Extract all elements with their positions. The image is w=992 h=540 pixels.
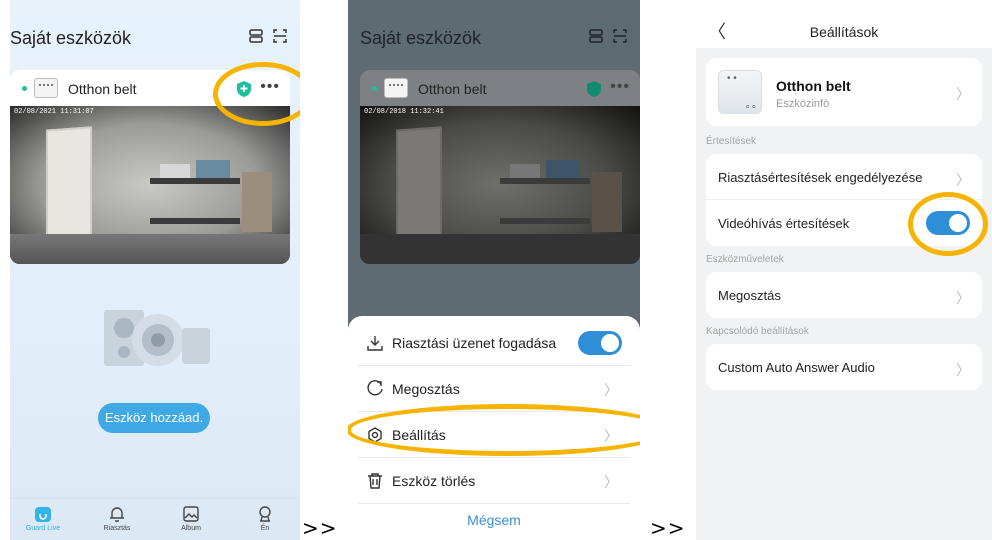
- download-icon: [367, 336, 383, 351]
- tab-label: Én: [260, 525, 270, 532]
- header-actions: [248, 28, 288, 44]
- chevron-right-icon: 〉: [956, 290, 970, 306]
- device-ops-group: Megosztás 〉: [706, 272, 982, 318]
- notifications-group: Riasztásértesítések engedélyezése 〉 Vide…: [706, 154, 982, 246]
- cancel-button[interactable]: Mégsem: [348, 512, 640, 528]
- tab-album[interactable]: Album: [166, 505, 216, 532]
- settings-row[interactable]: Beállítás 〉: [358, 412, 630, 458]
- page-title: Beállítások: [809, 24, 879, 40]
- delete-device-label: Eszköz törlés: [392, 473, 476, 489]
- scan-icon[interactable]: [272, 28, 288, 44]
- options-bottom-sheet: Riasztási üzenet fogadása Megosztás 〉 Be…: [348, 316, 640, 540]
- more-options-icon: •••: [610, 78, 630, 95]
- chevron-right-icon: 〉: [956, 172, 970, 188]
- chevron-right-icon: 〉: [604, 474, 618, 490]
- live-video-preview[interactable]: 02/08/2021 11:31:07: [10, 106, 290, 264]
- row-label: Riasztásértesítések engedélyezése: [718, 170, 923, 185]
- section-label-device-ops: Eszközműveletek: [706, 254, 784, 265]
- chevron-right-icon: 〉: [956, 86, 970, 102]
- video-call-notifications-row: Videóhívás értesítések: [706, 200, 982, 246]
- live-video-preview: 02/08/2018 11:32:41: [360, 106, 640, 264]
- bottom-tab-bar: Guard Live Riasztás Album Én: [10, 498, 300, 540]
- delete-device-row[interactable]: Eszköz törlés 〉: [358, 458, 630, 504]
- list-view-icon: [589, 29, 603, 43]
- device-title: Otthon belt: [776, 78, 851, 94]
- tab-label: Riasztás: [103, 525, 131, 532]
- custom-audio-row[interactable]: Custom Auto Answer Audio 〉: [706, 344, 982, 390]
- list-view-icon[interactable]: [248, 28, 264, 44]
- tab-label: Guard Live: [25, 525, 61, 532]
- composite-screenshot: Saját eszközök Otthon belt ••• 02/08/202…: [0, 0, 992, 540]
- device-name: Otthon belt: [418, 81, 487, 97]
- chevron-right-icon: 〉: [604, 428, 618, 444]
- door-shape: [46, 126, 92, 248]
- video-timestamp: 02/08/2018 11:32:41: [364, 108, 444, 116]
- device-card-header: Otthon belt •••: [10, 70, 290, 106]
- device-subtitle: Eszközinfó: [776, 98, 830, 110]
- bell-icon: [110, 507, 124, 522]
- share-label: Megosztás: [392, 381, 460, 397]
- step-separator: >>: [650, 516, 686, 540]
- device-options-screen: Saját eszközök Otthon belt ••• 02/08/201…: [348, 0, 640, 540]
- alarm-receive-row: Riasztási üzenet fogadása: [358, 320, 630, 366]
- add-device-button[interactable]: Eszköz hozzáad.: [98, 403, 210, 433]
- share-row[interactable]: Megosztás 〉: [358, 366, 630, 412]
- nav-bar: 〈 Beállítások: [696, 0, 992, 48]
- camera-thumbnail-icon: [384, 78, 408, 98]
- shield-icon[interactable]: [236, 80, 252, 98]
- row-label: Megosztás: [718, 288, 781, 303]
- user-icon: [259, 506, 271, 522]
- chevron-right-icon: 〉: [604, 382, 618, 398]
- home-icon: [35, 507, 51, 522]
- settings-label: Beállítás: [392, 427, 446, 443]
- row-label: Videóhívás értesítések: [718, 216, 850, 231]
- scan-icon: [613, 29, 627, 43]
- row-label: Custom Auto Answer Audio: [718, 360, 875, 375]
- device-card[interactable]: Otthon belt ••• 02/08/2021 11:31:07: [10, 70, 290, 264]
- step-separator: >>: [302, 516, 338, 540]
- chevron-right-icon: 〉: [956, 362, 970, 378]
- online-status-dot: [372, 86, 377, 91]
- device-name: Otthon belt: [68, 81, 137, 97]
- enable-alarm-notifications-row[interactable]: Riasztásértesítések engedélyezése 〉: [706, 154, 982, 200]
- share-icon: [367, 380, 383, 396]
- page-title: Saját eszközök: [360, 28, 482, 48]
- device-info-card[interactable]: Otthon belt Eszközinfó 〉: [706, 58, 982, 126]
- section-label-related: Kapcsolódó beállítások: [706, 326, 809, 337]
- tab-guard-live[interactable]: Guard Live: [18, 505, 68, 532]
- tab-alarm[interactable]: Riasztás: [92, 505, 142, 532]
- video-timestamp: 02/08/2021 11:31:07: [14, 108, 94, 116]
- section-label-notifications: Értesítések: [706, 136, 757, 147]
- tab-me[interactable]: Én: [240, 505, 290, 532]
- empty-device-illustration: [104, 310, 210, 366]
- gear-icon: [368, 427, 382, 443]
- device-card: Otthon belt ••• 02/08/2018 11:32:41: [360, 70, 640, 264]
- alarm-receive-toggle[interactable]: [578, 331, 622, 355]
- my-devices-screen: Saját eszközök Otthon belt ••• 02/08/202…: [10, 0, 300, 540]
- share-row[interactable]: Megosztás 〉: [706, 272, 982, 318]
- image-icon: [183, 506, 199, 522]
- camera-thumbnail-icon: [718, 70, 762, 114]
- page-title: Saját eszközök: [10, 28, 132, 48]
- device-card-header: Otthon belt •••: [360, 70, 640, 106]
- alarm-receive-label: Riasztási üzenet fogadása: [392, 335, 557, 351]
- trash-icon: [368, 473, 382, 489]
- related-settings-group: Custom Auto Answer Audio 〉: [706, 344, 982, 390]
- header-actions: [588, 28, 628, 44]
- more-options-icon[interactable]: •••: [260, 78, 280, 96]
- settings-screen: 〈 Beállítások Otthon belt Eszközinfó 〉 É…: [696, 0, 992, 540]
- shield-icon: [587, 81, 601, 97]
- online-status-dot: [22, 86, 27, 91]
- tab-label: Album: [181, 525, 201, 532]
- camera-thumbnail-icon: [34, 78, 58, 98]
- video-call-toggle[interactable]: [926, 211, 970, 235]
